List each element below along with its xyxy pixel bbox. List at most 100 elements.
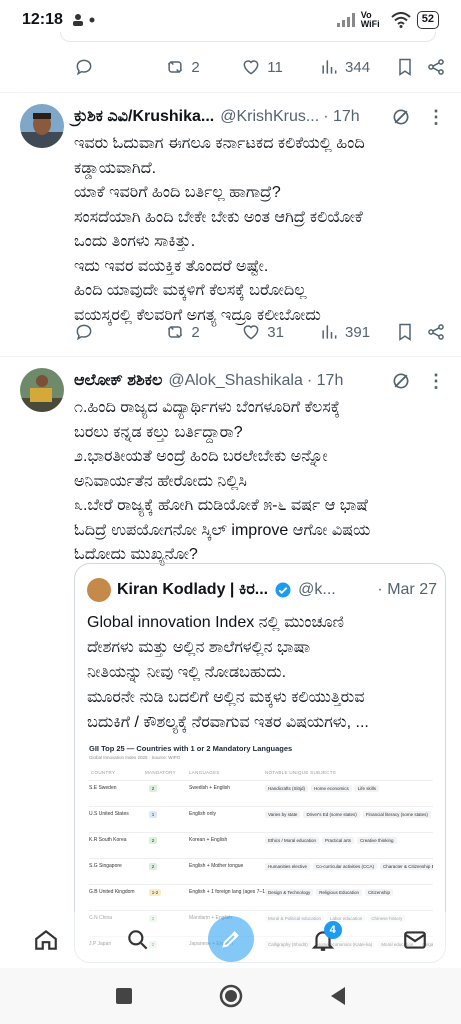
- home-button[interactable]: [216, 981, 246, 1011]
- gii-subject-tag: Practical arts: [322, 837, 355, 844]
- reply-icon: [76, 324, 92, 341]
- quote-line: Global innovation Index ನಲ್ಲಿ ಮುಂಚೂಣಿ: [87, 614, 344, 631]
- tweet-line: ೨.ಭಾರತೀಯತೆ ಅಂದ್ರೆ ಹಿಂದಿ ಬರಲೇಬೇಕು ಅನ್ನೋ: [74, 448, 328, 465]
- quote-header: Kiran Kodlady | ಕಿರ... @k... · Mar 27: [87, 578, 437, 602]
- quote-date: · Mar 27: [377, 581, 437, 598]
- views-button[interactable]: 391: [319, 322, 395, 342]
- gii-country: K.R South Korea: [89, 837, 127, 843]
- more-options-icon[interactable]: ⋮: [427, 107, 446, 128]
- back-button[interactable]: [323, 981, 353, 1011]
- gii-subject-tag: Home economics: [311, 785, 352, 792]
- mail-icon: [404, 931, 426, 949]
- more-options-icon[interactable]: ⋮: [427, 371, 446, 392]
- like-button[interactable]: 11: [241, 57, 319, 77]
- tweet-body: ೧.ಹಿಂದಿ ರಾಜ್ಯದ ವಿದ್ಯಾರ್ಥಿಗಳು ಬೆಂಗಳೂರಿಗೆ …: [74, 396, 448, 568]
- views-button[interactable]: 344: [319, 57, 395, 77]
- recents-button[interactable]: [109, 981, 139, 1011]
- gii-header-mandatory: MANDATORY: [145, 770, 176, 775]
- gii-mandatory-badge: 2: [149, 837, 157, 844]
- gii-subject-tag: Financial literacy (some states): [362, 811, 431, 818]
- tweet-line: ಇವರು ಓದುವಾಗ ಈಗಲೂ ಕರ್ನಾಟಕದ ಕಲಿಕೆಯಲ್ಲಿ ಹಿಂ…: [74, 135, 365, 152]
- reply-button[interactable]: [74, 322, 165, 342]
- heart-icon: [243, 60, 259, 75]
- gii-image-subtitle: Global Innovation Index 2025 · Source: W…: [89, 755, 181, 760]
- quote-author-handle: @k...: [298, 581, 336, 598]
- author-name[interactable]: ಕ್ರುಶಿಕ ಎವಿ/Krushika...: [74, 108, 214, 126]
- gii-header-country: COUNTRY: [91, 770, 116, 775]
- divider: [0, 356, 461, 357]
- quote-line: ನೀತಿಯನ್ನು ನೀವು ಇಲ್ಲಿ ನೋಡಬಹುದು.: [87, 664, 287, 681]
- tweet-header: ಕ್ರುಶಿಕ ಎವಿ/Krushika... @KrishKrus... · …: [74, 106, 446, 128]
- avatar-image: [20, 104, 64, 148]
- dot-icon: [89, 17, 95, 23]
- grok-icon[interactable]: [391, 107, 411, 127]
- nav-messages[interactable]: [392, 917, 438, 963]
- like-button[interactable]: 31: [241, 322, 319, 342]
- status-right-icons: Vo WiFi 52: [336, 11, 439, 29]
- quote-avatar: [87, 578, 111, 602]
- system-nav-bar: [0, 968, 461, 1024]
- status-left-icons: [71, 13, 95, 27]
- gii-subjects: Ethics / Moral education Practical arts Cr…: [265, 837, 400, 844]
- gii-subjects: Handicrafts (Slöjd) Home economics Life sk…: [265, 785, 382, 792]
- avatar[interactable]: [20, 368, 64, 412]
- retweet-button[interactable]: 2: [165, 322, 241, 342]
- quote-author-name: Kiran Kodlady | ಕಿರ...: [117, 581, 269, 598]
- gii-country: U.S United States: [89, 811, 129, 817]
- compose-icon: [222, 931, 239, 948]
- quoted-tweet[interactable]: Kiran Kodlady | ಕಿರ... @k... · Mar 27 Gl…: [74, 563, 446, 963]
- tweet-time[interactable]: · 17h: [307, 372, 343, 390]
- author-handle[interactable]: @KrishKrus...: [220, 108, 319, 126]
- gii-languages: English + Mother tongue: [189, 863, 244, 869]
- gii-mandatory-badge: 2: [149, 863, 157, 870]
- avatar[interactable]: [20, 104, 64, 148]
- share-icon: [428, 59, 444, 75]
- tweet-line: ೧.ಹಿಂದಿ ರಾಜ್ಯದ ವಿದ್ಯಾರ್ಥಿಗಳು ಬೆಂಗಳೂರಿಗೆ …: [74, 399, 341, 416]
- tweet-line: ಕಡ್ಡಾಯವಾಗಿದೆ.: [74, 159, 157, 177]
- gii-header-languages: LANGUAGES: [189, 770, 220, 775]
- gii-subjects: Humanities elective Co-curricular activit…: [265, 863, 433, 870]
- gii-subjects: Varies by state Driver's Ed (some states)…: [265, 811, 433, 818]
- divider: [0, 92, 461, 93]
- gii-languages: Swedish + English: [189, 785, 230, 791]
- tweet-line: ಓದಿದ್ರೆ ಉಪಯೋಗನೋ ಸ್ಕಿಲ್ improve ಆಗೋ ವಿಷಯ: [74, 521, 371, 539]
- signal-icon: [336, 13, 355, 27]
- tweet-line: ಒಂದು ತಿಂಗಳು ಸಾಕಿತ್ತು.: [74, 233, 196, 250]
- gii-subject-tag: Ethics / Moral education: [265, 837, 320, 844]
- avatar-image: [20, 368, 64, 412]
- share-button[interactable]: [426, 322, 446, 342]
- views-count: 344: [345, 58, 371, 76]
- author-name[interactable]: ಆಲೋಕ್ ಶಶಿಕಲ: [74, 372, 162, 390]
- bookmark-button[interactable]: [395, 57, 426, 77]
- gii-mandatory-badge: 1: [149, 811, 157, 818]
- nav-notifications[interactable]: 4: [300, 917, 346, 963]
- nav-home[interactable]: [23, 917, 69, 963]
- gii-subject-tag: Varies by state: [265, 811, 301, 818]
- bookmark-button[interactable]: [395, 322, 426, 342]
- tweet-line: ಅನಿವಾರ್ಯತೆನ ಹೇರೋದು ನಿಲ್ಲಿಸಿ: [74, 472, 247, 490]
- gii-country: G.B United Kingdom: [89, 889, 135, 895]
- quote-line: ದೇಶಗಳು ಮತ್ತು ಅಲ್ಲಿನ ಶಾಲೆಗಳಲ್ಲಿನ ಭಾಷಾ: [87, 639, 311, 656]
- tweet-line: ಬರಲು ಕನ್ನಡ ಕಲ್ತು ಬರ್ತಿದ್ದಾರಾ?: [74, 423, 243, 441]
- gii-table-row: K.R South Korea 2 Korean + English Ethics /…: [89, 832, 433, 852]
- gii-languages: English + 1 foreign lang (ages 7–14): [189, 889, 270, 895]
- grok-icon[interactable]: [391, 371, 411, 391]
- retweet-button[interactable]: 2: [165, 57, 241, 77]
- author-handle[interactable]: @Alok_Shashikala: [168, 372, 303, 390]
- reply-button[interactable]: [74, 57, 165, 77]
- compose-button[interactable]: [208, 916, 254, 962]
- notification-badge: 4: [323, 921, 342, 939]
- quote-line: ಬದುಕಿಗೆ / ಕೌಶಲ್ಯಕ್ಕೆ ನೆರವಾಗುವ ಇತರ ವಿಷಯಗಳ…: [87, 714, 369, 731]
- verified-badge-icon: [275, 582, 291, 598]
- back-triangle-icon: [330, 987, 345, 1005]
- gii-table-row: S.G Singapore 2 English + Mother tongue Hum…: [89, 858, 433, 878]
- status-time: 12:18: [22, 11, 63, 28]
- gii-mandatory-badge: 1-2: [149, 889, 161, 896]
- gii-subject-tag: Character & Citizenship Ed: [380, 863, 433, 870]
- quote-line: ಮೂರನೇ ನುಡಿ ಬದಲಿಗೆ ಅಲ್ಲಿನ ಮಕ್ಕಳು ಕಲಿಯುತ್ತ…: [87, 689, 365, 706]
- nav-search[interactable]: [115, 917, 161, 963]
- tweet-time[interactable]: · 17h: [323, 108, 359, 126]
- share-button[interactable]: [426, 57, 446, 77]
- home-icon: [35, 929, 57, 950]
- tweet-line: ಯಾಕೆ ಇವರಿಗೆ ಹಿಂದಿ ಬರ್ತಿಲ್ಲ ಹಾಗಾದ್ರೆ?: [74, 184, 281, 201]
